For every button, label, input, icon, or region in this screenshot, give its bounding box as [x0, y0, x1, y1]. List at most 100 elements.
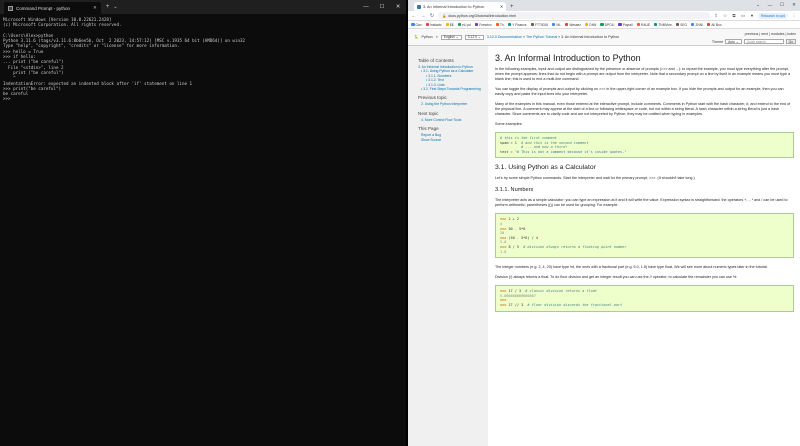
cmd-tab[interactable]: Command Prompt - python ✕	[4, 2, 101, 14]
relaunch-button[interactable]: Relaunch to upd	[757, 12, 788, 19]
address-bar[interactable]: 🔒 docs.python.org/3/tutorial/introductio…	[438, 12, 710, 19]
minimize-icon[interactable]: —	[764, 0, 776, 10]
toc-title: Table of Contents	[418, 58, 454, 63]
bookmark-item[interactable]: $$	[445, 22, 454, 27]
command-prompt-window[interactable]: Command Prompt - python ✕ + ⌄ — ☐ ✕ Micr…	[0, 0, 406, 446]
theme-select[interactable]: Auto ⌄	[725, 39, 742, 44]
bookmark-label: FTT0026	[535, 22, 548, 27]
chevron-down-icon[interactable]: ⌄	[113, 4, 117, 10]
toc-link[interactable]: • 3.1.3. Lists	[426, 83, 445, 87]
bookmark-item[interactable]: ZNNI	[690, 22, 703, 27]
browser-window: 3. An Informal Introduction to Python ✕ …	[408, 0, 800, 446]
bookmark-item[interactable]: DPOLI	[600, 23, 614, 27]
bookmark-label: RAUE	[641, 22, 650, 27]
sidebar-icon[interactable]: ▭	[740, 13, 746, 19]
bookmark-favicon-icon	[690, 22, 695, 27]
star-icon[interactable]: ☆	[722, 13, 728, 19]
close-icon[interactable]: ✕	[788, 0, 800, 10]
close-tab-icon[interactable]: ✕	[500, 4, 503, 9]
language-select[interactable]: English ⌄	[440, 34, 462, 40]
bookmark-item[interactable]: DNN	[584, 23, 596, 27]
code-block-division[interactable]: >>> 17 / 3 # classic division returns a …	[495, 285, 794, 312]
python-logo-icon: 🐍	[414, 35, 419, 39]
toc-link[interactable]: • 3.1.1. Numbers	[426, 74, 451, 78]
show-source-link[interactable]: Show Source	[421, 138, 441, 142]
bookmark-item[interactable]: RAUE	[636, 22, 650, 27]
bookmark-favicon-icon	[653, 22, 658, 27]
profile-icon[interactable]: ●	[749, 13, 755, 18]
toc-link[interactable]: • 3.1.2. Text	[426, 78, 444, 82]
bookmark-label: Payrall	[622, 22, 633, 27]
paragraph-numbers: The interpreter acts as a simple calcula…	[495, 198, 788, 208]
bookmark-favicon-icon	[457, 22, 462, 27]
report-bug-link[interactable]: Report a Bug	[421, 133, 441, 137]
bookmark-label: DPOLI	[604, 22, 615, 27]
bookmark-item[interactable]: Y Finance	[507, 23, 527, 27]
code-block-comments[interactable]: # this is the first comment spam = 1 # an…	[495, 132, 794, 159]
toc-link[interactable]: 3. An Informal Introduction to Python	[418, 65, 473, 69]
section-heading-calculator: 3.1. Using Python as a Calculator	[495, 164, 596, 172]
chevron-down-icon[interactable]: ⌄	[752, 0, 764, 10]
bookmark-label: $$	[450, 22, 454, 27]
bookmark-favicon-icon	[564, 22, 569, 27]
theme-label: Theme	[711, 39, 724, 44]
doc-nav-links[interactable]: previous | next | modules | index	[712, 32, 796, 36]
toc-link[interactable]: • 3.2. First Steps Towards Programming	[421, 87, 481, 91]
bookmark-favicon-icon	[706, 22, 711, 27]
bookmark-item[interactable]: Payrall	[618, 22, 633, 27]
paragraph-examples: Some examples:	[495, 122, 523, 126]
share-icon[interactable]: ⇪	[713, 13, 719, 19]
close-icon[interactable]: ✕	[390, 0, 406, 14]
close-tab-icon[interactable]: ✕	[93, 5, 97, 11]
bookmark-item[interactable]: TNMVine	[653, 22, 672, 27]
new-tab-icon[interactable]: +	[510, 4, 514, 10]
doc-content: 3. An Informal Introduction to Python In…	[488, 46, 800, 446]
code-line: >>> 17 // 3 # floor division discards th…	[500, 302, 623, 307]
version-select[interactable]: 3.12.0 ⌄	[464, 34, 484, 40]
code-line: 1.6	[500, 249, 507, 254]
bookmark-item[interactable]: All Boo	[706, 22, 722, 27]
code-block-arithmetic[interactable]: >>> 2 + 2 4 >>> 50 - 5*6 20 >>> (50 - 5*6) /…	[495, 213, 794, 259]
new-tab-icon[interactable]: +	[106, 4, 110, 10]
bookmark-label: Gan	[415, 22, 422, 27]
bookmark-item[interactable]: SEO	[675, 22, 687, 27]
bookmark-favicon-icon	[636, 22, 641, 27]
menu-icon[interactable]: ⋮	[791, 13, 797, 19]
toc-link[interactable]: • 3.1. Using Python as a Calculator	[421, 69, 473, 73]
quick-search-input[interactable]: Quick search	[743, 39, 784, 44]
bookmark-item[interactable]: eLi pd	[457, 22, 471, 27]
breadcrumb-tutorial[interactable]: The Python Tutorial	[526, 35, 557, 39]
maximize-icon[interactable]: ☐	[374, 0, 390, 14]
breadcrumb-docs[interactable]: 3.12.0 Documentation	[487, 35, 522, 39]
python-label: Python	[421, 35, 433, 39]
bookmark-label: eLi pd	[462, 22, 471, 27]
bookmark-item[interactable]: ML	[551, 22, 561, 27]
maximize-icon[interactable]: ☐	[776, 0, 788, 10]
bookmark-favicon-icon	[530, 22, 535, 27]
reload-icon[interactable]: ↻	[429, 13, 435, 19]
extensions-icon[interactable]: ⧉	[731, 13, 737, 18]
bookmark-favicon-icon	[551, 22, 556, 27]
bookmark-item[interactable]: Wesaez	[564, 22, 581, 27]
bookmark-label: Wesaez	[569, 22, 581, 27]
minimize-icon[interactable]: —	[358, 0, 374, 14]
bookmark-item[interactable]: Th	[495, 23, 504, 27]
bookmark-favicon-icon	[675, 22, 680, 27]
next-topic-link[interactable]: 4. More Control Flow Tools	[421, 118, 461, 122]
prev-topic-link[interactable]: 2. Using the Python Interpreter	[421, 102, 467, 106]
bookmark-item[interactable]: Fnewton	[474, 23, 492, 27]
paragraph-toggle: You can toggle the display of prompts an…	[495, 87, 784, 96]
browser-tab[interactable]: 3. An Informal Introduction to Python ✕	[414, 2, 506, 11]
bookmark-favicon-icon	[445, 22, 450, 27]
go-button[interactable]: Go	[785, 39, 796, 44]
bookmark-item[interactable]: Instawiz	[425, 22, 442, 27]
bookmark-item[interactable]: FTT0026	[530, 22, 548, 27]
bookmark-item[interactable]: Gan	[411, 23, 422, 27]
terminal-output[interactable]: Microsoft Windows [Version 10.0.22621.24…	[0, 14, 406, 105]
forward-icon[interactable]: →	[420, 13, 426, 19]
back-icon[interactable]: ←	[411, 13, 417, 19]
lock-icon: 🔒	[442, 13, 447, 18]
doc-header: 🐍 Python » English ⌄ 3.12.0 ⌄ 3.12.0 Doc…	[408, 29, 800, 46]
toc-item[interactable]: • 3.2. First Steps Towards Programming	[418, 87, 485, 91]
bookmark-favicon-icon	[425, 22, 430, 27]
